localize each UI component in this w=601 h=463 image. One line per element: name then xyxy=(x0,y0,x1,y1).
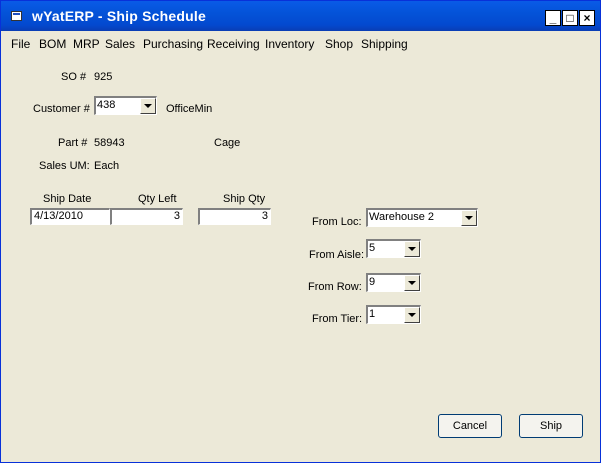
from-row-select-value: 9 xyxy=(369,276,376,288)
from-aisle-select-value: 5 xyxy=(369,242,376,254)
ship-date-field[interactable]: 4/13/2010 xyxy=(30,208,110,225)
menu-shop[interactable]: Shop xyxy=(325,37,353,51)
part-description: Cage xyxy=(214,137,241,149)
menu-purchasing[interactable]: Purchasing xyxy=(143,37,203,51)
part-value: 58943 xyxy=(94,137,125,149)
menu-mrp[interactable]: MRP xyxy=(73,37,100,51)
qty-left-header: Qty Left xyxy=(138,193,177,205)
close-button[interactable]: × xyxy=(579,10,595,26)
qty-left-field[interactable]: 3 xyxy=(110,208,183,225)
menu-inventory[interactable]: Inventory xyxy=(265,37,314,51)
from-aisle-label: From Aisle: xyxy=(309,249,365,261)
ship-qty-header: Ship Qty xyxy=(223,193,266,205)
from-tier-select-value: 1 xyxy=(369,308,376,320)
menu-shipping[interactable]: Shipping xyxy=(361,37,408,51)
ship-schedule-window: wYatERP - Ship Schedule _ □ × File BOM M… xyxy=(0,0,601,463)
cancel-button[interactable]: Cancel xyxy=(438,414,502,438)
menu-sales[interactable]: Sales xyxy=(105,37,135,51)
customer-label: Customer # xyxy=(33,103,90,115)
ship-date-header: Ship Date xyxy=(43,193,92,205)
from-row-select[interactable]: 9 xyxy=(366,273,421,292)
from-tier-select[interactable]: 1 xyxy=(366,305,421,324)
so-label: SO # xyxy=(61,71,87,83)
menu-file[interactable]: File xyxy=(11,37,30,51)
window-title: wYatERP - Ship Schedule xyxy=(32,8,206,24)
from-row-label: From Row: xyxy=(308,281,362,293)
app-icon[interactable] xyxy=(11,11,22,21)
from-aisle-select[interactable]: 5 xyxy=(366,239,421,258)
minimize-button[interactable]: _ xyxy=(545,10,561,26)
from-tier-label: From Tier: xyxy=(312,313,363,325)
menu-bom[interactable]: BOM xyxy=(39,37,66,51)
sales-um-label: Sales UM: xyxy=(39,160,90,172)
customer-name: OfficeMin xyxy=(166,103,213,115)
from-loc-select[interactable]: Warehouse 2 xyxy=(366,208,478,227)
chevron-down-icon[interactable] xyxy=(140,98,156,114)
so-value: 925 xyxy=(94,71,113,83)
title-bar[interactable]: wYatERP - Ship Schedule _ □ × xyxy=(1,1,600,31)
menu-bar: File BOM MRP Sales Purchasing Receiving … xyxy=(1,35,600,53)
from-loc-label: From Loc: xyxy=(312,216,362,228)
menu-receiving[interactable]: Receiving xyxy=(207,37,260,51)
from-loc-select-value: Warehouse 2 xyxy=(369,211,435,223)
chevron-down-icon[interactable] xyxy=(461,210,477,226)
customer-select[interactable]: 438 xyxy=(94,96,157,115)
chevron-down-icon[interactable] xyxy=(404,275,420,291)
chevron-down-icon[interactable] xyxy=(404,241,420,257)
customer-select-value: 438 xyxy=(97,99,116,111)
ship-button[interactable]: Ship xyxy=(519,414,583,438)
part-label: Part # xyxy=(58,137,88,149)
chevron-down-icon[interactable] xyxy=(404,307,420,323)
maximize-button[interactable]: □ xyxy=(562,10,578,26)
ship-qty-field[interactable]: 3 xyxy=(198,208,271,225)
sales-um-value: Each xyxy=(94,160,120,172)
